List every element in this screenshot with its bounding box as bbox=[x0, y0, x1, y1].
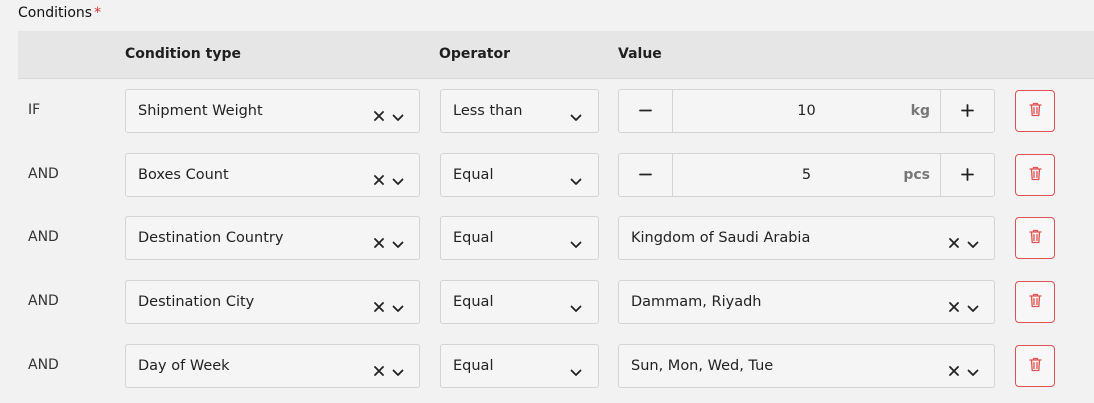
increment-button[interactable] bbox=[940, 154, 994, 196]
value-select[interactable]: Sun, Mon, Wed, Tue bbox=[618, 344, 995, 388]
condition-type-value: Day of Week bbox=[138, 358, 230, 374]
row-connector-label: IF bbox=[28, 102, 41, 118]
delete-condition-button[interactable] bbox=[1015, 281, 1055, 323]
chevron-down-icon[interactable] bbox=[570, 234, 582, 253]
value-stepper: 10 kg bbox=[618, 89, 995, 133]
condition-row: AND Destination City Equal Dammam, Riyad… bbox=[0, 280, 1094, 324]
chevron-down-icon[interactable] bbox=[570, 298, 582, 317]
condition-type-value: Shipment Weight bbox=[138, 103, 263, 119]
operator-value: Equal bbox=[453, 358, 494, 374]
trash-icon bbox=[1028, 293, 1042, 312]
chevron-down-icon[interactable] bbox=[392, 171, 404, 190]
condition-row: AND Destination Country Equal Kingdom of… bbox=[0, 216, 1094, 260]
condition-row: AND Boxes Count Equal 5 pcs bbox=[0, 153, 1094, 197]
condition-type-value: Destination Country bbox=[138, 230, 284, 246]
operator-value: Less than bbox=[453, 103, 523, 119]
delete-condition-button[interactable] bbox=[1015, 90, 1055, 132]
row-connector-label: AND bbox=[28, 166, 59, 182]
operator-select[interactable]: Less than bbox=[440, 89, 599, 133]
column-header-operator: Operator bbox=[439, 46, 510, 62]
chevron-down-icon[interactable] bbox=[570, 107, 582, 126]
chevron-down-icon[interactable] bbox=[392, 362, 404, 381]
operator-select[interactable]: Equal bbox=[440, 344, 599, 388]
section-label: Conditions * bbox=[18, 5, 101, 21]
operator-value: Equal bbox=[453, 294, 494, 310]
stepper-value[interactable]: 5 bbox=[673, 167, 940, 183]
minus-icon bbox=[639, 166, 652, 185]
close-icon[interactable] bbox=[374, 361, 384, 380]
trash-icon bbox=[1028, 166, 1042, 185]
delete-condition-button[interactable] bbox=[1015, 217, 1055, 259]
close-icon[interactable] bbox=[374, 170, 384, 189]
operator-select[interactable]: Equal bbox=[440, 280, 599, 324]
trash-icon bbox=[1028, 357, 1042, 376]
decrement-button[interactable] bbox=[619, 90, 673, 132]
row-connector-label: AND bbox=[28, 229, 59, 245]
table-header: Condition type Operator Value bbox=[18, 31, 1094, 79]
close-icon[interactable] bbox=[949, 297, 959, 316]
condition-type-select[interactable]: Day of Week bbox=[125, 344, 420, 388]
value-stepper: 5 pcs bbox=[618, 153, 995, 197]
trash-icon bbox=[1028, 229, 1042, 248]
chevron-down-icon[interactable] bbox=[967, 362, 979, 381]
plus-icon bbox=[961, 166, 974, 185]
section-title: Conditions bbox=[18, 5, 93, 21]
operator-select[interactable]: Equal bbox=[440, 216, 599, 260]
condition-row: IF Shipment Weight Less than 10 kg bbox=[0, 89, 1094, 133]
operator-value: Equal bbox=[453, 167, 494, 183]
row-connector-label: AND bbox=[28, 357, 59, 373]
stepper-value[interactable]: 10 bbox=[673, 103, 940, 119]
column-header-condition-type: Condition type bbox=[125, 46, 241, 62]
condition-type-select[interactable]: Shipment Weight bbox=[125, 89, 420, 133]
condition-type-value: Boxes Count bbox=[138, 167, 229, 183]
close-icon[interactable] bbox=[374, 233, 384, 252]
chevron-down-icon[interactable] bbox=[570, 362, 582, 381]
delete-condition-button[interactable] bbox=[1015, 345, 1055, 387]
chevron-down-icon[interactable] bbox=[570, 171, 582, 190]
value-select[interactable]: Kingdom of Saudi Arabia bbox=[618, 216, 995, 260]
value-select[interactable]: Dammam, Riyadh bbox=[618, 280, 995, 324]
operator-value: Equal bbox=[453, 230, 494, 246]
close-icon[interactable] bbox=[949, 361, 959, 380]
condition-type-select[interactable]: Destination City bbox=[125, 280, 420, 324]
trash-icon bbox=[1028, 102, 1042, 121]
minus-icon bbox=[639, 102, 652, 121]
row-connector-label: AND bbox=[28, 293, 59, 309]
condition-type-value: Destination City bbox=[138, 294, 255, 310]
operator-select[interactable]: Equal bbox=[440, 153, 599, 197]
condition-row: AND Day of Week Equal Sun, Mon, Wed, Tue bbox=[0, 344, 1094, 388]
chevron-down-icon[interactable] bbox=[967, 234, 979, 253]
value-select-value: Dammam, Riyadh bbox=[631, 294, 762, 310]
chevron-down-icon[interactable] bbox=[967, 298, 979, 317]
chevron-down-icon[interactable] bbox=[392, 107, 404, 126]
increment-button[interactable] bbox=[940, 90, 994, 132]
close-icon[interactable] bbox=[374, 106, 384, 125]
close-icon[interactable] bbox=[374, 297, 384, 316]
required-asterisk: * bbox=[94, 5, 102, 21]
value-select-value: Kingdom of Saudi Arabia bbox=[631, 230, 811, 246]
stepper-unit: kg bbox=[910, 103, 930, 119]
value-select-value: Sun, Mon, Wed, Tue bbox=[631, 358, 774, 374]
condition-type-select[interactable]: Boxes Count bbox=[125, 153, 420, 197]
chevron-down-icon[interactable] bbox=[392, 298, 404, 317]
stepper-unit: pcs bbox=[903, 167, 930, 183]
close-icon[interactable] bbox=[949, 233, 959, 252]
plus-icon bbox=[961, 102, 974, 121]
condition-type-select[interactable]: Destination Country bbox=[125, 216, 420, 260]
decrement-button[interactable] bbox=[619, 154, 673, 196]
column-header-value: Value bbox=[618, 46, 662, 62]
delete-condition-button[interactable] bbox=[1015, 154, 1055, 196]
chevron-down-icon[interactable] bbox=[392, 234, 404, 253]
